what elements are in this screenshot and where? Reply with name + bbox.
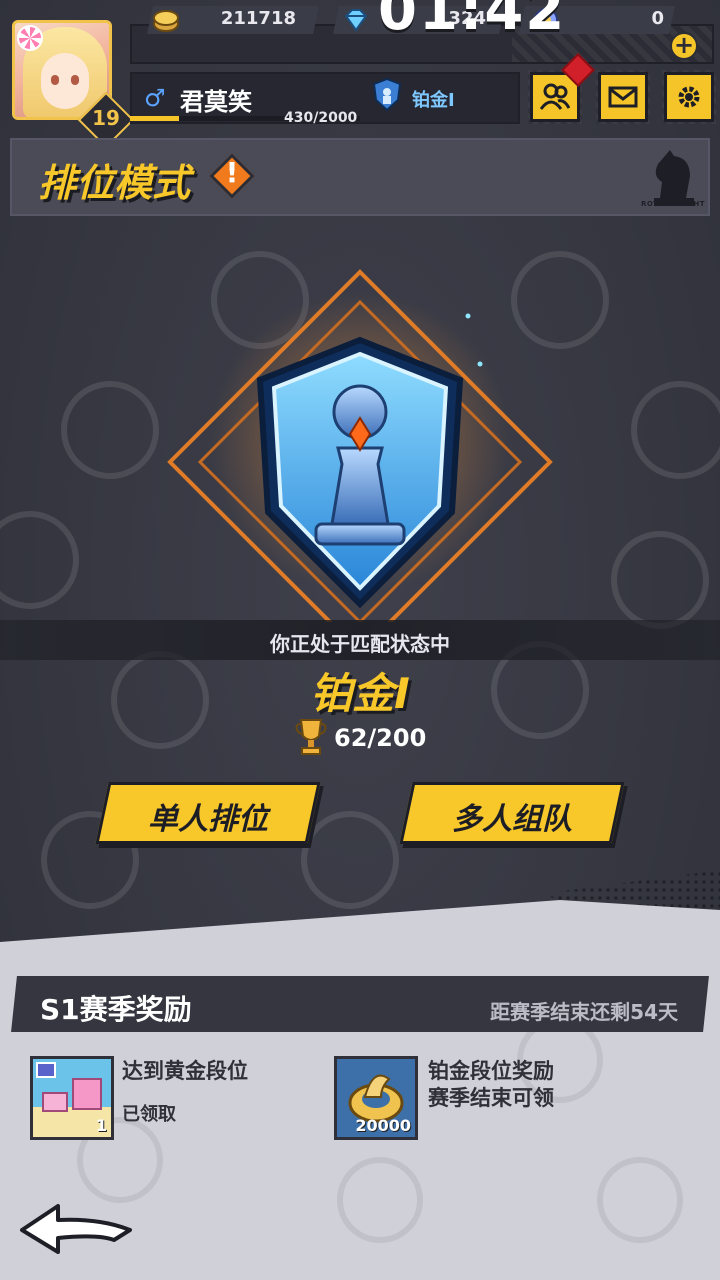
- avatar-eye: [51, 75, 59, 85]
- matching-status: 你正处于匹配状态中: [270, 632, 450, 656]
- solo-ranked-label: 单人排位: [148, 802, 268, 837]
- trophy-icon: [295, 719, 327, 755]
- season-remaining: 距赛季结束还剩54天: [490, 1000, 678, 1024]
- settings-button[interactable]: [664, 72, 714, 122]
- platinum-rank-emblem: [167, 269, 553, 622]
- reward-status: 赛季结束可领: [428, 1086, 554, 1110]
- token-value: 0: [651, 8, 664, 29]
- match-timer: 01:42: [378, 0, 567, 43]
- mode-title: 排位模式: [38, 161, 191, 205]
- add-currency-button[interactable]: +: [670, 32, 698, 60]
- reward-title: 达到黄金段位: [122, 1059, 248, 1083]
- back-arrow-icon[interactable]: [18, 1200, 134, 1256]
- reward-quantity: 1: [95, 1116, 107, 1135]
- reward-quantity: 20000: [355, 1116, 411, 1135]
- player-rank: 铂金I: [412, 90, 455, 111]
- gold-coin-icon: [153, 10, 179, 32]
- mail-icon: [608, 86, 638, 108]
- gender-icon: ♂: [144, 84, 166, 112]
- current-rank-name: 铂金I: [310, 669, 410, 718]
- reward-item[interactable]: 20000: [334, 1056, 418, 1140]
- logo-text: ROYAL KNIGHT: [640, 200, 706, 208]
- rank-shield-icon: [372, 78, 402, 112]
- rank-points: 62/200: [334, 724, 427, 752]
- level-value: 19: [92, 106, 120, 130]
- friends-icon: [540, 83, 570, 110]
- reward-item[interactable]: 1: [30, 1056, 114, 1140]
- avatar-face: [41, 53, 89, 109]
- mail-button[interactable]: [598, 72, 648, 122]
- reward-title: 铂金段位奖励: [428, 1059, 554, 1083]
- avatar-eye: [71, 75, 79, 85]
- info-mark: !: [225, 156, 239, 189]
- gear-icon: [678, 86, 700, 108]
- season-title: S1赛季奖励: [40, 993, 192, 1026]
- lollipop-icon: [17, 25, 43, 51]
- xp-text: 430/2000: [284, 110, 358, 126]
- player-name: 君莫笑: [180, 88, 252, 116]
- reward-status: 已领取: [122, 1104, 176, 1125]
- diamond-icon: [344, 9, 368, 32]
- xp-fill: [130, 116, 180, 121]
- team-match-label: 多人组队: [452, 802, 572, 837]
- gold-value: 211718: [220, 8, 296, 29]
